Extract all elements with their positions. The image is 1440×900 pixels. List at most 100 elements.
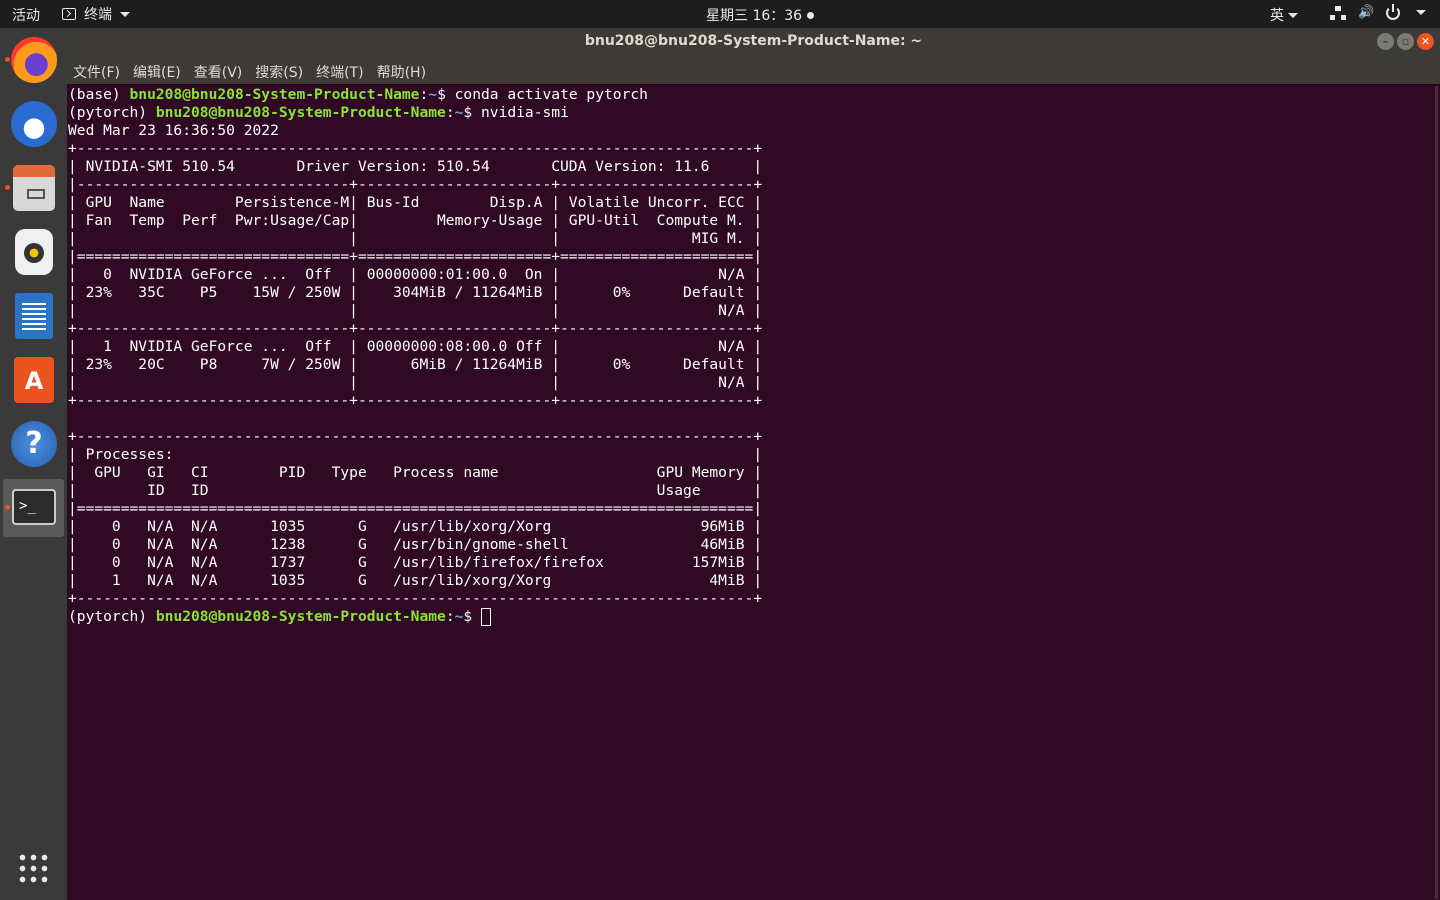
activities-button[interactable]: 活动: [12, 5, 40, 25]
volume-icon: 🔊: [1358, 5, 1375, 20]
prompt-line: (base) bnu208@bnu208-System-Product-Name…: [68, 86, 1440, 104]
dock-item-rhythmbox[interactable]: [3, 223, 64, 281]
prompt-user: bnu208@bnu208-System-Product-Name: [129, 86, 420, 103]
ubuntu-software-icon: A: [14, 357, 54, 403]
app-menu[interactable]: 终端: [62, 4, 130, 24]
menu-help[interactable]: 帮助(H): [377, 59, 426, 82]
output-line: | 0 N/A N/A 1035 G /usr/lib/xorg/Xorg 96…: [68, 518, 763, 535]
menu-bar: 文件(F) 编辑(E) 查看(V) 搜索(S) 终端(T) 帮助(H): [67, 56, 1440, 84]
files-icon: [13, 165, 55, 211]
prompt-separator: :: [445, 104, 455, 121]
dock-item-firefox[interactable]: [3, 31, 64, 89]
prompt-separator: :: [445, 608, 455, 625]
dock-item-writer[interactable]: [3, 287, 64, 345]
rhythmbox-icon: [15, 229, 53, 275]
output-line: | | | N/A |: [68, 374, 763, 391]
output-line: |-------------------------------+-------…: [68, 176, 763, 193]
prompt-user: bnu208@bnu208-System-Product-Name: [155, 608, 446, 625]
prompt-path: ~: [428, 86, 438, 103]
chevron-down-icon: [1416, 10, 1427, 15]
output-line: Wed Mar 23 16:36:50 2022: [68, 122, 279, 139]
window-title: bnu208@bnu208-System-Product-Name: ~: [584, 33, 923, 49]
command-text: nvidia-smi: [481, 104, 569, 121]
output-line: +---------------------------------------…: [68, 590, 763, 607]
conda-env: (pytorch): [68, 608, 156, 625]
terminal-icon: >_: [12, 489, 56, 525]
dock-item-terminal[interactable]: >_: [3, 479, 64, 537]
show-applications-icon[interactable]: [17, 852, 49, 884]
menu-search[interactable]: 搜索(S): [255, 59, 303, 82]
output-line: +-------------------------------+-------…: [68, 320, 763, 337]
menu-file[interactable]: 文件(F): [73, 59, 120, 82]
minimize-button[interactable]: –: [1377, 33, 1394, 50]
output-line: | 0 N/A N/A 1737 G /usr/lib/firefox/fire…: [68, 554, 763, 571]
output-line: +---------------------------------------…: [68, 428, 763, 445]
output-line: | 23% 35C P5 15W / 250W | 304MiB / 11264…: [68, 284, 763, 301]
text-cursor: [481, 608, 491, 626]
prompt-symbol: $: [463, 608, 481, 625]
prompt-symbol: $: [463, 104, 481, 121]
close-button[interactable]: ✕: [1417, 33, 1434, 50]
app-menu-label: 终端: [84, 7, 112, 23]
output-line: | GPU Name Persistence-M| Bus-Id Disp.A …: [68, 194, 763, 211]
power-icon: [1386, 3, 1401, 20]
conda-env: (base): [68, 86, 130, 103]
output-line: | 0 N/A N/A 1238 G /usr/bin/gnome-shell …: [68, 536, 763, 553]
clock-label: 星期三 16：36: [706, 8, 803, 24]
command-output: Wed Mar 23 16:36:50 2022 +--------------…: [68, 122, 1440, 608]
prompt-symbol: $: [437, 86, 455, 103]
running-indicator: [5, 185, 10, 190]
help-icon: ?: [11, 421, 57, 467]
conda-env: (pytorch): [68, 104, 156, 121]
dock-item-software[interactable]: A: [3, 351, 64, 409]
output-line: | GPU GI CI PID Type Process name GPU Me…: [68, 464, 763, 481]
output-line: | ID ID Usage |: [68, 482, 763, 499]
input-method-menu[interactable]: 英: [1270, 5, 1298, 25]
prompt-user: bnu208@bnu208-System-Product-Name: [155, 104, 446, 121]
thunderbird-icon: [11, 101, 57, 147]
prompt-line: (pytorch) bnu208@bnu208-System-Product-N…: [68, 608, 1440, 626]
output-line: | | | N/A |: [68, 302, 763, 319]
menu-edit[interactable]: 编辑(E): [133, 59, 181, 82]
output-line: | 23% 20C P8 7W / 250W | 6MiB / 11264MiB…: [68, 356, 763, 373]
input-method-label: 英: [1270, 8, 1284, 24]
prompt-separator: :: [419, 86, 429, 103]
output-line: | Processes: |: [68, 446, 763, 463]
output-line: | 1 NVIDIA GeForce ... Off | 00000000:08…: [68, 338, 763, 355]
menu-view[interactable]: 查看(V): [194, 59, 243, 82]
dock-item-thunderbird[interactable]: [3, 95, 64, 153]
prompt-line: (pytorch) bnu208@bnu208-System-Product-N…: [68, 104, 1440, 122]
network-icon: [1330, 5, 1346, 20]
terminal-scrollbar[interactable]: [1435, 86, 1438, 899]
output-line: +---------------------------------------…: [68, 140, 763, 157]
chevron-down-icon: [1288, 12, 1298, 18]
firefox-icon: [11, 37, 57, 83]
output-line: | 0 NVIDIA GeForce ... Off | 00000000:01…: [68, 266, 763, 283]
output-line: | | | MIG M. |: [68, 230, 763, 247]
command-text: conda activate pytorch: [454, 86, 648, 103]
running-indicator: [5, 505, 10, 510]
output-line: | Fan Temp Perf Pwr:Usage/Cap| Memory-Us…: [68, 212, 763, 229]
output-line: | NVIDIA-SMI 510.54 Driver Version: 510.…: [68, 158, 763, 175]
running-indicator: [5, 57, 10, 62]
output-line: | 1 N/A N/A 1035 G /usr/lib/xorg/Xorg 4M…: [68, 572, 763, 589]
menu-terminal[interactable]: 终端(T): [316, 59, 363, 82]
dock-item-files[interactable]: [3, 159, 64, 217]
terminal-area[interactable]: (base) bnu208@bnu208-System-Product-Name…: [67, 85, 1440, 900]
top-panel: 活动 终端 星期三 16：36 英 🔊: [0, 0, 1440, 28]
notification-dot-icon: [807, 11, 815, 19]
dock: A ? >_: [0, 28, 67, 900]
system-tray[interactable]: 🔊: [1330, 3, 1427, 20]
output-line: |=======================================…: [68, 500, 763, 517]
clock[interactable]: 星期三 16：36: [706, 5, 815, 25]
window-controls: – ▫ ✕: [1377, 33, 1434, 50]
libreoffice-writer-icon: [15, 293, 53, 339]
dock-item-help[interactable]: ?: [3, 415, 64, 473]
output-line: |===============================+=======…: [68, 248, 763, 265]
terminal-small-icon: [62, 8, 76, 20]
chevron-down-icon: [120, 11, 130, 17]
window-titlebar[interactable]: bnu208@bnu208-System-Product-Name: ~ – ▫…: [67, 28, 1440, 56]
output-line: +-------------------------------+-------…: [68, 392, 763, 409]
maximize-button[interactable]: ▫: [1397, 33, 1414, 50]
